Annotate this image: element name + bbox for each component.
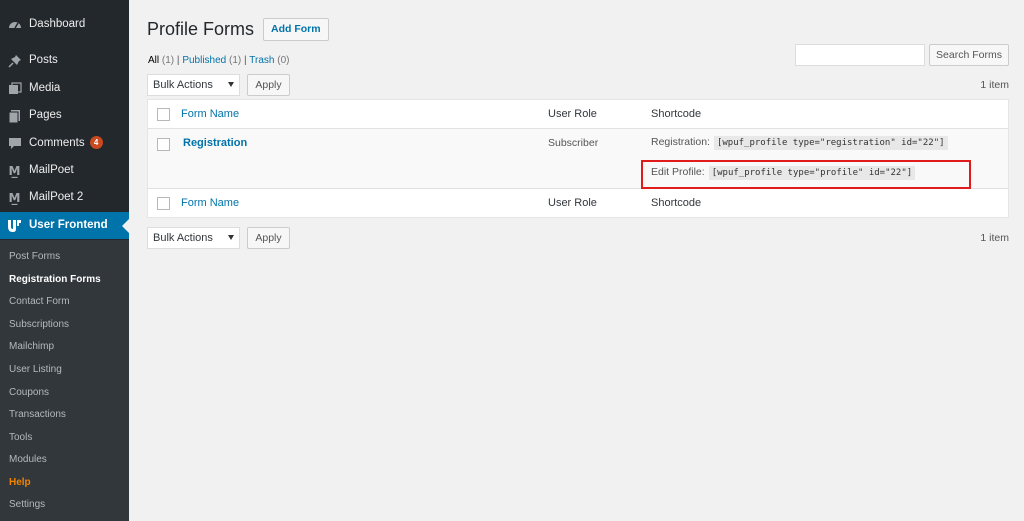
profile-forms-table: Form Name User Role Shortcode Registrati… (147, 99, 1009, 218)
page-title: Profile Forms (147, 19, 255, 39)
comment-icon (7, 135, 22, 150)
admin-sidebar: Dashboard Posts Media Pages Comments 4 M̲… (0, 0, 129, 521)
filter-separator: | (244, 55, 247, 66)
submenu-mailchimp[interactable]: Mailchimp (9, 341, 54, 352)
column-shortcode-footer: Shortcode (651, 197, 702, 209)
bulk-actions-value: Bulk Actions (153, 232, 213, 244)
menu-posts[interactable]: Posts (0, 47, 129, 74)
menu-media[interactable]: Media (0, 75, 129, 102)
filter-all[interactable]: All (1) (148, 55, 174, 66)
submenu-post-forms[interactable]: Post Forms (9, 251, 60, 262)
dashboard-icon (7, 17, 22, 32)
submenu-transactions[interactable]: Transactions (9, 409, 66, 420)
column-form-name[interactable]: Form Name (181, 108, 239, 120)
user-role-value: Subscriber (548, 137, 599, 149)
submenu-user-listing[interactable]: User Listing (9, 364, 62, 375)
menu-mailpoet-2[interactable]: M̲ MailPoet 2 (0, 184, 129, 211)
item-count-top: 1 item (980, 79, 1009, 91)
chevron-down-icon (228, 235, 234, 240)
user-frontend-submenu: Post Forms Registration Forms Contact Fo… (0, 240, 129, 521)
submenu-contact-form[interactable]: Contact Form (9, 296, 70, 307)
apply-button-bottom[interactable]: Apply (247, 227, 290, 249)
apply-button-top[interactable]: Apply (247, 74, 290, 96)
menu-comments[interactable]: Comments 4 (0, 129, 129, 156)
wpuf-icon (7, 218, 22, 233)
pin-icon (7, 53, 22, 68)
filter-published[interactable]: Published (1) (182, 55, 241, 66)
column-form-name-footer[interactable]: Form Name (181, 197, 239, 209)
form-title-link[interactable]: Registration (183, 137, 247, 149)
column-user-role-footer: User Role (548, 197, 597, 209)
table-footer-row: Form Name User Role Shortcode (148, 189, 1008, 218)
search-input[interactable] (795, 44, 925, 66)
bulk-actions-select-bottom[interactable]: Bulk Actions (147, 227, 240, 249)
pages-icon (7, 108, 22, 123)
search-forms-button[interactable]: Search Forms (929, 44, 1009, 66)
column-shortcode: Shortcode (651, 108, 702, 120)
status-filter-links: All (1) | Published (1) | Trash (0) (148, 55, 289, 66)
submenu-help[interactable]: Help (9, 477, 31, 488)
column-user-role: User Role (548, 108, 597, 120)
registration-shortcode: Registration: [wpuf_profile type="registr… (651, 136, 948, 150)
submenu-registration-forms[interactable]: Registration Forms (9, 274, 101, 285)
bulk-actions-select-top[interactable]: Bulk Actions (147, 74, 240, 96)
mailpoet-icon: M̲ (8, 190, 21, 205)
select-all-checkbox-bottom[interactable] (157, 197, 170, 210)
chevron-down-icon (228, 82, 234, 87)
comments-label: Comments (29, 137, 85, 149)
filter-separator: | (176, 55, 180, 66)
menu-user-frontend[interactable]: User Frontend (0, 212, 129, 239)
menu-pages[interactable]: Pages (0, 102, 129, 129)
media-icon (7, 81, 22, 96)
submenu-subscriptions[interactable]: Subscriptions (9, 319, 69, 330)
registration-shortcode-label: Registration: (651, 136, 710, 148)
submenu-coupons[interactable]: Coupons (9, 387, 49, 398)
comment-count-badge: 4 (89, 136, 103, 149)
mailpoet-icon: M̲ (8, 163, 21, 178)
submenu-settings[interactable]: Settings (9, 499, 45, 510)
item-count-bottom: 1 item (980, 232, 1009, 244)
add-form-button[interactable]: Add Form (263, 18, 329, 41)
submenu-modules[interactable]: Modules (9, 454, 47, 465)
bulk-actions-value: Bulk Actions (153, 79, 213, 91)
filter-trash[interactable]: Trash (0) (249, 55, 289, 66)
table-header-row: Form Name User Role Shortcode (148, 100, 1008, 129)
menu-mailpoet[interactable]: M̲ MailPoet (0, 157, 129, 184)
menu-dashboard[interactable]: Dashboard (0, 11, 129, 38)
highlight-annotation-box (641, 160, 971, 189)
select-all-checkbox[interactable] (157, 108, 170, 121)
submenu-tools[interactable]: Tools (9, 432, 32, 443)
row-checkbox[interactable] (157, 138, 170, 151)
registration-shortcode-code[interactable]: [wpuf_profile type="registration" id="22… (713, 136, 948, 150)
